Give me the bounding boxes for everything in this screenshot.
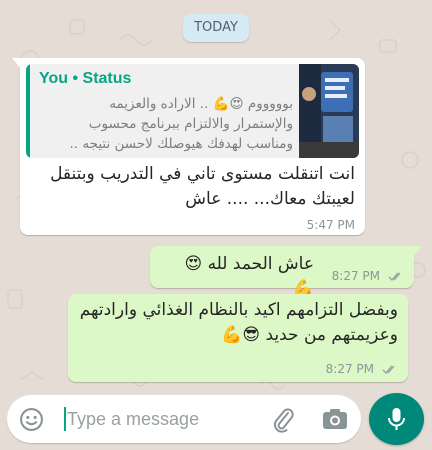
send-voice-button[interactable] [369,393,424,445]
message-composer [7,395,361,443]
message-time: 5:47 PM [306,218,355,232]
quote-accent-bar [26,64,30,158]
message-line: لعيبتك معاك... .... عاش [185,189,355,209]
date-separator: TODAY [183,14,249,42]
camera-icon[interactable] [322,407,348,431]
message-time: 8:27 PM [331,269,380,283]
outgoing-message-bubble[interactable]: وبفضل التزامهم اكيد بالنظام الغذائي وارا… [68,294,408,382]
quoted-line: والإستمرار والالتزام ببرنامج محسوب [88,116,293,132]
paperclip-icon[interactable] [272,407,296,433]
message-time: 8:27 PM [325,362,374,376]
message-input[interactable] [63,403,267,435]
quoted-line: بوووووم 😍💪 .. الاراده والعزيمه [109,96,293,112]
microphone-icon [388,408,405,430]
quoted-author: You • Status [39,70,132,87]
message-text: انت اتنقلت مستوى تاني في التدريب وبتنقل … [35,162,355,212]
message-line: وعزيمتهم من حديد 😎💪 [221,325,398,345]
bubble-tail [12,58,22,70]
message-line: وبفضل التزامهم اكيد بالنظام الغذائي وارا… [79,300,398,320]
outgoing-message-bubble[interactable]: عاش الحمد لله 😍💪 8:27 PM [150,246,422,299]
message-line: انت اتنقلت مستوى تاني في التدريب وبتنقل [50,164,355,184]
quoted-status[interactable]: You • Status بوووووم 😍💪 .. الاراده والعز… [26,64,359,158]
message-text: وبفضل التزامهم اكيد بالنظام الغذائي وارا… [76,298,398,348]
double-check-icon [382,365,395,375]
status-photo-thumbnail [299,64,359,158]
incoming-message-bubble[interactable]: You • Status بوووووم 😍💪 .. الاراده والعز… [12,58,365,235]
quoted-line: ومناسب لهدفك هيوصلك لاحسن نتيجه .. [69,136,294,152]
quoted-text: بوووووم 😍💪 .. الاراده والعزيمه والإستمرا… [37,94,294,154]
double-check-icon [388,272,401,282]
bubble-tail [412,246,422,258]
emoji-icon[interactable] [19,407,44,432]
